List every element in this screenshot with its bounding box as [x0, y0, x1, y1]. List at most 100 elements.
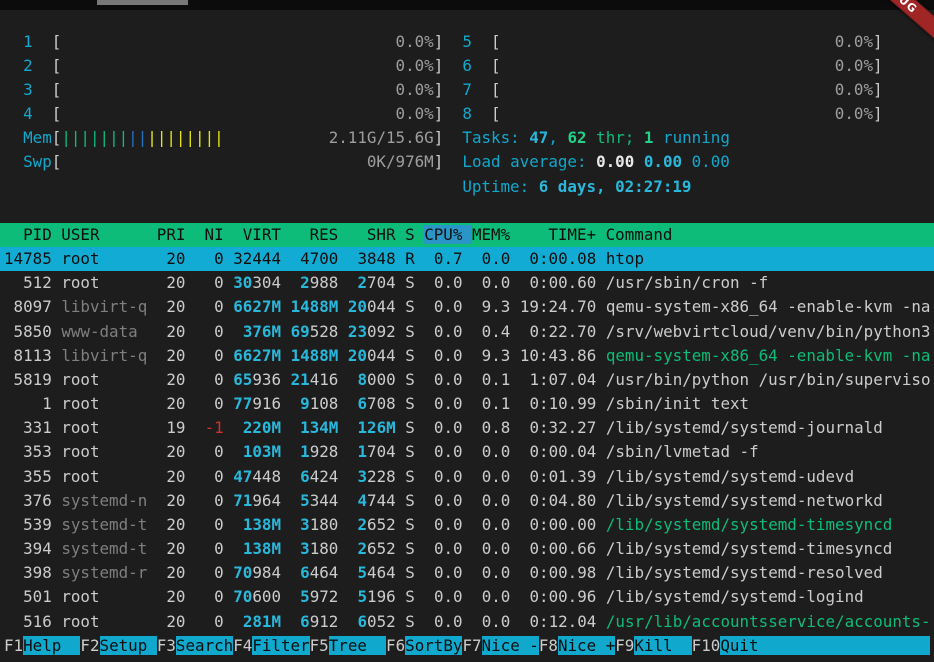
mem-value: 1488M: [291, 346, 339, 365]
column-header-command[interactable]: Command: [606, 225, 673, 244]
process-pid: 353: [4, 442, 52, 461]
mem-value-prefix: 20: [348, 297, 367, 316]
fkey-nice-[interactable]: F8Nice +: [539, 636, 615, 655]
column-header-s[interactable]: S: [405, 225, 424, 244]
process-pid: 5819: [4, 370, 52, 389]
meter-empty: [61, 80, 395, 99]
process-row[interactable]: 501 root 20 0 70600 5972 5196 S 0.0 0.0 …: [0, 585, 934, 609]
process-user: libvirt-q: [61, 346, 147, 365]
mem-value: 912: [310, 612, 339, 631]
load-5min: 0.00: [644, 152, 682, 171]
process-row[interactable]: 539 systemd-t 20 0 138M 3180 2652 S 0.0 …: [0, 513, 934, 537]
text-segment: [281, 394, 291, 413]
column-header-shr[interactable]: SHR: [348, 225, 405, 244]
fkey-quit[interactable]: F10Quit: [692, 636, 931, 655]
column-header-time[interactable]: TIME+: [520, 225, 606, 244]
process-time: 0:10.99: [520, 394, 596, 413]
process-row[interactable]: 516 root 20 0 281M 6912 6052 S 0.0 0.0 0…: [0, 610, 934, 634]
text-segment: [4, 177, 462, 196]
fkey-key: F8: [539, 636, 558, 655]
text-segment: [634, 152, 644, 171]
text-segment: [463, 249, 473, 268]
process-mem: 0.0: [472, 515, 510, 534]
text-segment: [443, 152, 462, 171]
text-segment: [463, 491, 473, 510]
process-row[interactable]: 394 systemd-t 20 0 138M 3180 2652 S 0.0 …: [0, 537, 934, 561]
column-header-pri[interactable]: PRI: [157, 225, 195, 244]
mem-value: 228: [367, 467, 396, 486]
fkey-filter[interactable]: F4Filter: [233, 636, 309, 655]
meter-close-bracket: ]: [873, 56, 883, 75]
text-segment: [185, 515, 195, 534]
process-pri: 20: [157, 539, 186, 558]
process-row[interactable]: 1 root 20 0 77916 9108 6708 S 0.0 0.1 0:…: [0, 392, 934, 416]
fkey-key: F4: [233, 636, 252, 655]
text-segment: [281, 612, 291, 631]
process-row[interactable]: 8113 libvirt-q 20 0 6627M 1488M 20044 S …: [0, 344, 934, 368]
tasks-count: 47: [529, 128, 548, 147]
text-segment: [510, 467, 520, 486]
process-row[interactable]: 398 systemd-r 20 0 70984 6464 5464 S 0.0…: [0, 561, 934, 585]
column-header-res[interactable]: RES: [290, 225, 347, 244]
process-row[interactable]: 5819 root 20 0 65936 21416 8000 S 0.0 0.…: [0, 368, 934, 392]
text-segment: [596, 322, 606, 341]
column-header-pid[interactable]: PID: [4, 225, 61, 244]
process-pri: 20: [157, 273, 186, 292]
text-segment: [281, 491, 291, 510]
column-header-cpu[interactable]: CPU%: [424, 225, 472, 244]
process-pid: 355: [4, 467, 52, 486]
process-command: /srv/webvirtcloud/venv/bin/python3: [606, 322, 931, 341]
column-header-mem[interactable]: MEM%: [472, 225, 520, 244]
text-segment: [338, 539, 348, 558]
process-mem: 0.0: [472, 539, 510, 558]
process-row[interactable]: 355 root 20 0 47448 6424 3228 S 0.0 0.0 …: [0, 465, 934, 489]
mem-value-prefix: 2: [357, 273, 367, 292]
column-header-ni[interactable]: NI: [195, 225, 233, 244]
process-pid: 539: [4, 515, 52, 534]
text-segment: [185, 346, 195, 365]
fkey-help[interactable]: F1Help: [4, 636, 80, 655]
column-header-virt[interactable]: VIRT: [233, 225, 290, 244]
process-pri: 20: [157, 612, 186, 631]
mem-value-prefix: 77: [233, 394, 252, 413]
process-row[interactable]: 512 root 20 0 30304 2988 2704 S 0.0 0.0 …: [0, 271, 934, 295]
process-row[interactable]: 14785 root 20 0 32444 4700 3848 R 0.7 0.…: [0, 247, 934, 271]
mem-value-prefix: 70: [233, 587, 252, 606]
process-row[interactable]: 376 systemd-n 20 0 71964 5344 4744 S 0.0…: [0, 489, 934, 513]
process-cpu: 0.0: [424, 394, 462, 413]
process-row[interactable]: 331 root 19 -1 220M 134M 126M S 0.0 0.8 …: [0, 416, 934, 440]
fkey-kill[interactable]: F9Kill: [615, 636, 691, 655]
text-segment: [281, 467, 291, 486]
load-15min: 0.00: [692, 152, 730, 171]
fkey-label: Quit: [720, 636, 930, 655]
column-header-user[interactable]: USER: [61, 225, 156, 244]
process-row[interactable]: 8097 libvirt-q 20 0 6627M 1488M 20044 S …: [0, 295, 934, 319]
process-state: S: [405, 370, 415, 389]
fkey-tree[interactable]: F5Tree: [310, 636, 386, 655]
text-segment: [224, 297, 234, 316]
text-segment: [415, 467, 425, 486]
mem-value-prefix: 5: [300, 491, 310, 510]
text-segment: [596, 273, 606, 292]
text-segment: [185, 467, 195, 486]
text-segment: [463, 612, 473, 631]
mem-value: 103M: [243, 442, 281, 461]
text-segment: [396, 418, 406, 437]
process-nice: 0: [195, 394, 224, 413]
fkey-search[interactable]: F3Search: [157, 636, 233, 655]
cpu-meter-value: 0.0%: [835, 104, 873, 123]
fkey-nice-[interactable]: F7Nice -: [462, 636, 538, 655]
fkey-setup[interactable]: F2Setup: [80, 636, 156, 655]
text-segment: [415, 491, 425, 510]
process-nice: 0: [195, 539, 224, 558]
process-pri: 20: [157, 249, 186, 268]
process-cpu: 0.0: [424, 467, 462, 486]
mem-value: 000: [367, 370, 396, 389]
meter-open-bracket: [: [33, 104, 62, 123]
cpu-meter-value: 0.0%: [835, 80, 873, 99]
process-row[interactable]: 5850 www-data 20 0 376M 69528 23092 S 0.…: [0, 320, 934, 344]
text-segment: [396, 491, 406, 510]
process-row[interactable]: 353 root 20 0 103M 1928 1704 S 0.0 0.0 0…: [0, 440, 934, 464]
fkey-sortby[interactable]: F6SortBy: [386, 636, 462, 655]
process-mem: 0.4: [472, 322, 510, 341]
